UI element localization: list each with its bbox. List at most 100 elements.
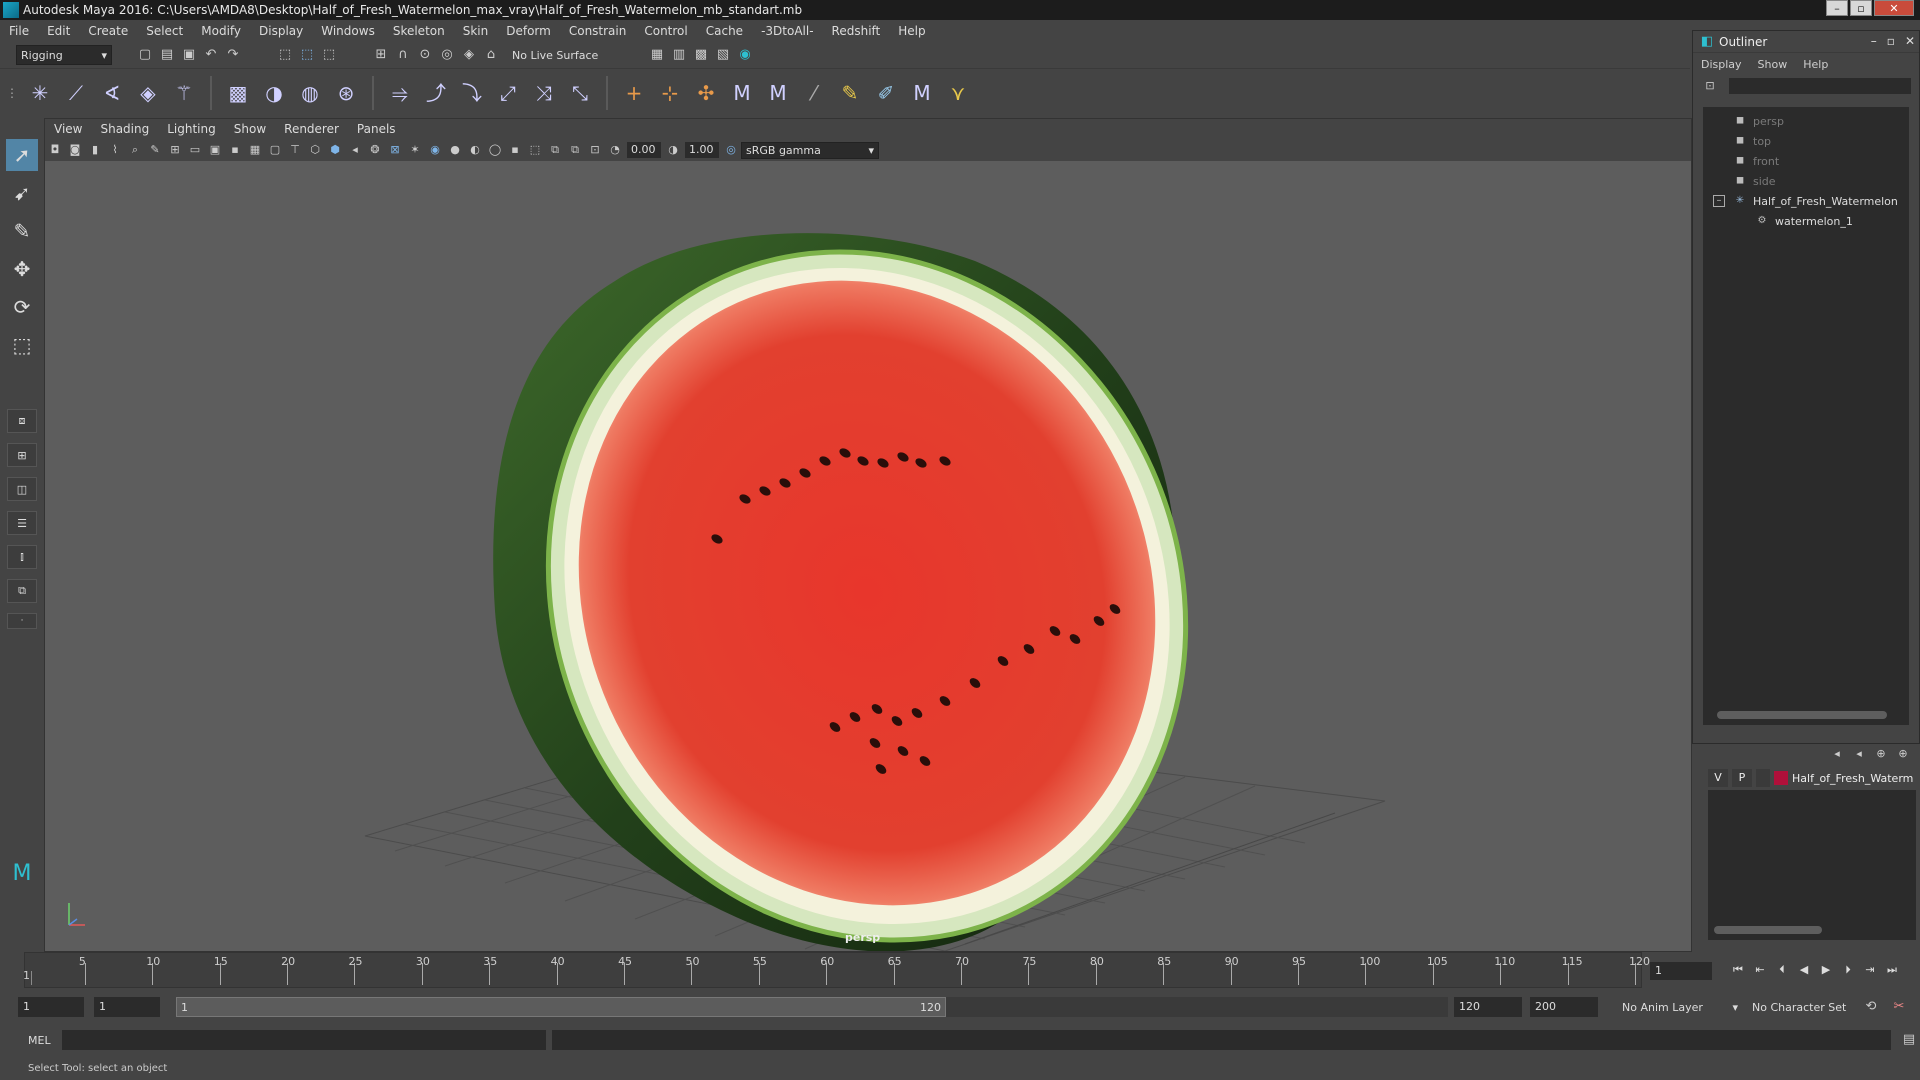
viewport-panel[interactable]: View Shading Lighting Show Renderer Pane… xyxy=(44,118,1692,952)
maya-tool-a-icon[interactable]: M xyxy=(730,81,754,105)
outliner-item[interactable]: – ✳ Half_of_Fresh_Watermelon xyxy=(1703,191,1909,211)
menu-skin[interactable]: Skin xyxy=(454,24,498,38)
outliner-horizontal-scrollbar[interactable] xyxy=(1717,711,1887,719)
menu-modify[interactable]: Modify xyxy=(192,24,250,38)
menu-help[interactable]: Help xyxy=(889,24,934,38)
menu-edit[interactable]: Edit xyxy=(38,24,79,38)
layout-more-icon[interactable]: · xyxy=(7,613,37,629)
xray-components-icon[interactable]: ⊡ xyxy=(587,142,603,158)
mirror-joint-icon[interactable]: ⚚ xyxy=(172,81,196,105)
undo-icon[interactable]: ↶ xyxy=(203,47,219,63)
safe-title-icon[interactable]: ⊤ xyxy=(287,142,303,158)
snap-point-icon[interactable]: ⊙ xyxy=(417,47,433,63)
insert-joint-icon[interactable]: ◈ xyxy=(136,81,160,105)
color-space-dropdown[interactable]: sRGB gamma ▾ xyxy=(741,141,879,159)
menu-redshift[interactable]: Redshift xyxy=(823,24,890,38)
rotate-tool-icon[interactable]: ⟳ xyxy=(6,291,38,323)
render-view-icon[interactable]: ▦ xyxy=(649,47,665,63)
move-tool-icon[interactable]: ✥ xyxy=(6,253,38,285)
go-to-end-icon[interactable]: ⏭ xyxy=(1884,962,1900,978)
outliner-close-icon[interactable]: ✕ xyxy=(1905,34,1915,48)
exposure-field[interactable]: 0.00 xyxy=(627,142,661,158)
outliner-minimize-icon[interactable]: – xyxy=(1871,34,1877,48)
outliner-item[interactable]: ◼ front xyxy=(1733,151,1909,171)
new-layer-selected-icon[interactable]: ⊕ xyxy=(1895,746,1911,762)
snap-surface-icon[interactable]: ◈ xyxy=(461,47,477,63)
four-pane-layout-icon[interactable]: ⊞ xyxy=(7,443,37,467)
xray-icon[interactable]: ⧉ xyxy=(547,142,563,158)
textured-icon[interactable]: ⊠ xyxy=(387,142,403,158)
outliner-vertical-scrollbar[interactable] xyxy=(1897,107,1905,707)
mel-label[interactable]: MEL xyxy=(0,1034,58,1047)
auto-key-icon[interactable]: ⟲ xyxy=(1863,999,1879,1015)
viewport-menu-view[interactable]: View xyxy=(45,122,91,136)
orient-constraint-icon[interactable]: ⤵ xyxy=(460,81,484,105)
snap-curve-icon[interactable]: ∩ xyxy=(395,47,411,63)
gamma-field[interactable]: 1.00 xyxy=(685,142,719,158)
menu-windows[interactable]: Windows xyxy=(312,24,384,38)
menu-deform[interactable]: Deform xyxy=(497,24,560,38)
wireframe-on-shaded-icon[interactable]: ◂ xyxy=(347,142,363,158)
hypershade-icon[interactable]: ◉ xyxy=(737,47,753,63)
live-surface-field[interactable]: No Live Surface xyxy=(508,45,612,65)
camera-attr-icon[interactable]: ◙ xyxy=(67,142,83,158)
command-input[interactable] xyxy=(61,1030,546,1050)
gamma-icon[interactable]: ◑ xyxy=(665,142,681,158)
brush-tool-icon[interactable]: ✐ xyxy=(874,81,898,105)
graph-layout-icon[interactable]: ⫾ xyxy=(7,545,37,569)
render-settings-icon[interactable]: ▧ xyxy=(715,47,731,63)
move-layer-down-icon[interactable]: ◂ xyxy=(1851,746,1867,762)
playback-end-field[interactable]: 120 xyxy=(1454,997,1522,1017)
outliner-item[interactable]: ◼ persp xyxy=(1733,111,1909,131)
step-forward-frame-icon[interactable]: ⏵ xyxy=(1840,962,1856,978)
set-key-icon[interactable]: ⊹ xyxy=(658,81,682,105)
play-forward-icon[interactable]: ▶ xyxy=(1818,962,1834,978)
anim-prefs-icon[interactable]: ✂ xyxy=(1891,999,1907,1015)
ik-spline-icon[interactable]: ∢ xyxy=(100,81,124,105)
filter-icon[interactable]: ⊡ xyxy=(1702,78,1718,94)
viewport-menu-show[interactable]: Show xyxy=(225,122,275,136)
anim-end-field[interactable]: 200 xyxy=(1530,997,1598,1017)
paint-weights-icon[interactable]: ◑ xyxy=(262,81,286,105)
select-object-icon[interactable]: ⬚ xyxy=(299,47,315,63)
xray-joints-icon[interactable]: ⧉ xyxy=(567,142,583,158)
outliner-layout-icon[interactable]: ☰ xyxy=(7,511,37,535)
layer-playback-toggle[interactable]: P xyxy=(1732,769,1752,787)
menu-file[interactable]: File xyxy=(0,24,38,38)
anti-aliasing-icon[interactable]: ◯ xyxy=(487,142,503,158)
single-pane-layout-icon[interactable]: ⧈ xyxy=(7,409,37,433)
layer-horizontal-scrollbar[interactable] xyxy=(1714,926,1822,934)
pole-vector-icon[interactable]: ⤡ xyxy=(568,81,592,105)
hypergraph-layout-icon[interactable]: ⧉ xyxy=(7,579,37,603)
outliner-maximize-icon[interactable]: ▫ xyxy=(1887,34,1895,48)
grid-toggle-icon[interactable]: ⊞ xyxy=(167,142,183,158)
anim-start-field[interactable]: 1 xyxy=(18,997,84,1017)
range-thumb[interactable]: 1 120 xyxy=(176,997,946,1017)
layer-row[interactable]: V P Half_of_Fresh_Waterm xyxy=(1708,768,1916,788)
twod-pan-icon[interactable]: ⌕ xyxy=(127,142,143,158)
outliner-search-input[interactable] xyxy=(1729,78,1911,94)
exposure-icon[interactable]: ◔ xyxy=(607,142,623,158)
motion-blur-icon[interactable]: ◐ xyxy=(467,142,483,158)
image-plane-icon[interactable]: ⌇ xyxy=(107,142,123,158)
open-scene-icon[interactable]: ▤ xyxy=(159,47,175,63)
range-bar[interactable]: 1 120 xyxy=(176,997,1448,1017)
aim-constraint-icon[interactable]: ⤴ xyxy=(424,81,448,105)
select-tool-icon[interactable]: ➚ xyxy=(6,139,38,171)
lattice-icon[interactable]: ◍ xyxy=(298,81,322,105)
viewport-menu-lighting[interactable]: Lighting xyxy=(158,122,225,136)
collapse-icon[interactable]: – xyxy=(1713,195,1725,207)
camera-select-icon[interactable]: ◘ xyxy=(47,142,63,158)
paint-tool-icon[interactable]: ✎ xyxy=(838,81,862,105)
time-ticks[interactable]: 1 5 10 15 20 25 30 35 40 45 50 55 60 65 70 75 80 85 90 95 1… xyxy=(23,952,1650,988)
safe-action-icon[interactable]: ▢ xyxy=(267,142,283,158)
menu-control[interactable]: Control xyxy=(635,24,696,38)
select-component-icon[interactable]: ⬚ xyxy=(321,47,337,63)
cluster-icon[interactable]: ⊛ xyxy=(334,81,358,105)
new-scene-icon[interactable]: ▢ xyxy=(137,47,153,63)
script-editor-icon[interactable]: ▤ xyxy=(1901,1032,1917,1048)
step-back-key-icon[interactable]: ⇤ xyxy=(1752,962,1768,978)
ik-handle-icon[interactable]: ⟋ xyxy=(64,81,88,105)
smooth-shade-icon[interactable]: ⬢ xyxy=(327,142,343,158)
two-pane-layout-icon[interactable]: ◫ xyxy=(7,477,37,501)
